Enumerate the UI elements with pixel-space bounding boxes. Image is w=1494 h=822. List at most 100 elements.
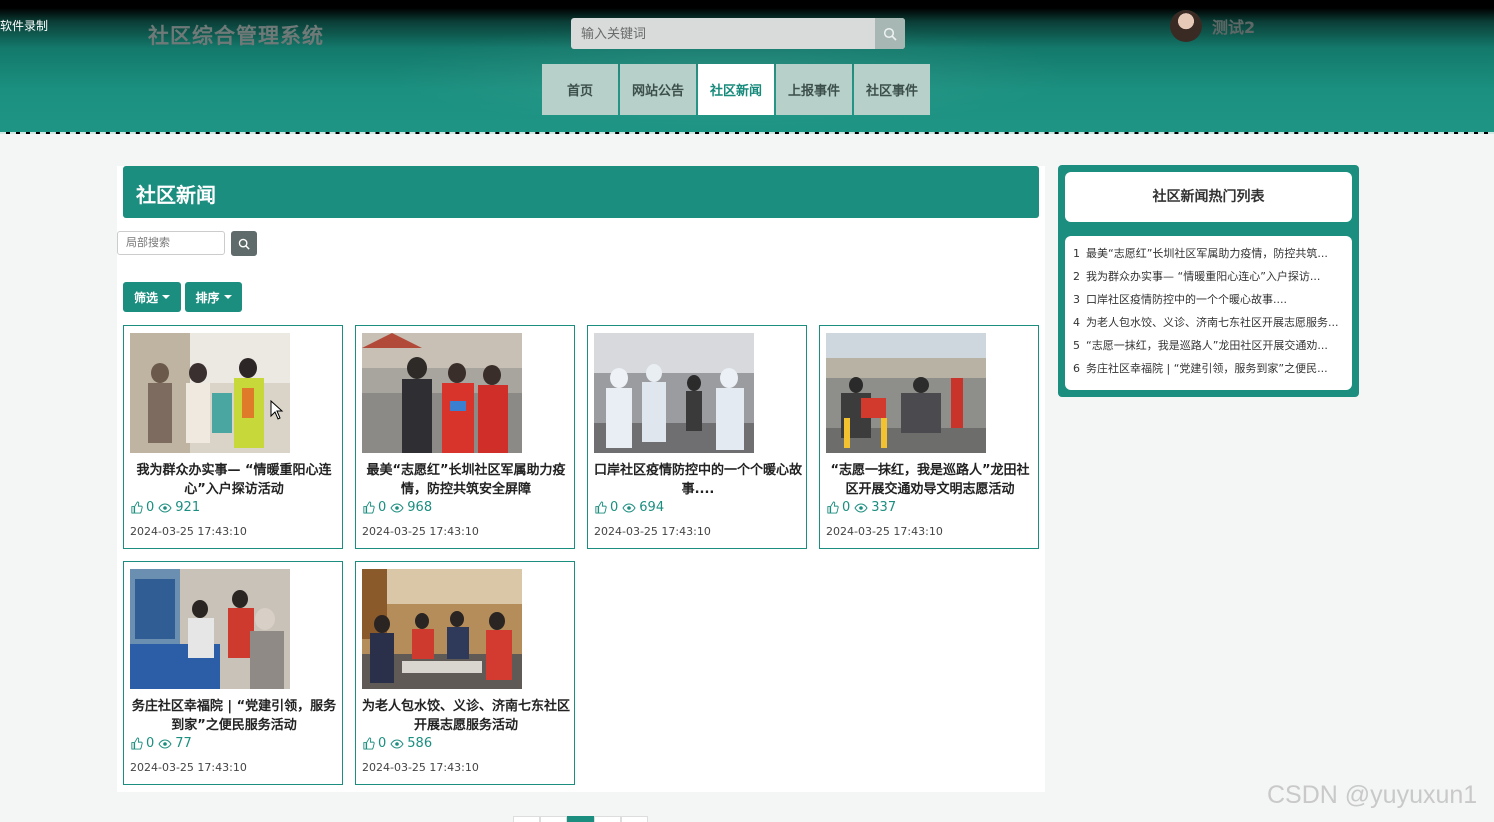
- page-button[interactable]: [594, 816, 621, 822]
- news-date: 2024-03-25 17:43:10: [130, 525, 247, 538]
- user-menu[interactable]: 测试2: [1170, 10, 1255, 42]
- news-card[interactable]: 口岸社区疫情防控中的一个个暖心故事.... 0 694 2024-03-25 1…: [587, 325, 807, 549]
- eye-icon: [390, 502, 404, 513]
- view-count: 337: [871, 500, 897, 515]
- watermark: CSDN @yuyuxun1: [1267, 781, 1478, 809]
- view-count: 968: [407, 500, 433, 515]
- view-count: 694: [639, 500, 665, 515]
- local-search-input[interactable]: [117, 231, 225, 255]
- site-title[interactable]: 社区综合管理系统: [148, 20, 324, 50]
- thumbs-up-icon[interactable]: [594, 501, 607, 514]
- filter-dropdown-button[interactable]: 筛选: [123, 282, 181, 312]
- thumbs-up-icon[interactable]: [362, 737, 375, 750]
- news-thumbnail[interactable]: [130, 333, 290, 453]
- news-card[interactable]: 为老人包水饺、义诊、济南七东社区开展志愿服务活动 0 586 2024-03-2…: [355, 561, 575, 785]
- like-count: 0: [842, 500, 851, 515]
- sidebar-title: 社区新闻热门列表: [1065, 172, 1352, 222]
- news-stats: 0 921: [130, 500, 200, 515]
- eye-icon: [158, 502, 172, 513]
- hot-news-item[interactable]: 6 务庄社区幸福院 | “党建引领，服务到家”之便民...: [1065, 357, 1352, 380]
- hot-news-item[interactable]: 5 “志愿一抹红，我是巡路人”龙田社区开展交通劝...: [1065, 334, 1352, 357]
- nav-home[interactable]: 首页: [542, 64, 618, 115]
- hot-news-text[interactable]: 最美“志愿红”长圳社区军属助力疫情，防控共筑...: [1086, 247, 1328, 260]
- page-button[interactable]: [513, 816, 540, 822]
- hot-news-sidebar: 社区新闻热门列表 1 最美“志愿红”长圳社区军属助力疫情，防控共筑... 2 我为群…: [1058, 165, 1359, 397]
- pagination: [513, 816, 648, 822]
- avatar[interactable]: [1170, 10, 1202, 42]
- news-thumbnail[interactable]: [130, 569, 290, 689]
- view-count: 77: [175, 736, 192, 751]
- news-title[interactable]: 最美“志愿红”长圳社区军属助力疫情，防控共筑安全屏障: [362, 461, 570, 499]
- hot-news-text[interactable]: “志愿一抹红，我是巡路人”龙田社区开展交通劝...: [1086, 339, 1328, 352]
- search-icon: [883, 27, 897, 41]
- news-title[interactable]: 为老人包水饺、义诊、济南七东社区开展志愿服务活动: [362, 697, 570, 735]
- hot-news-text[interactable]: 为老人包水饺、义诊、济南七东社区开展志愿服务...: [1086, 316, 1339, 329]
- search-box: [571, 18, 905, 49]
- hot-news-text[interactable]: 我为群众办实事— “情暖重阳心连心”入户探访...: [1086, 270, 1320, 283]
- news-thumbnail[interactable]: [362, 569, 522, 689]
- hot-news-rank: 3: [1073, 293, 1080, 306]
- news-title[interactable]: 口岸社区疫情防控中的一个个暖心故事....: [594, 461, 802, 499]
- page-button-active[interactable]: [567, 816, 594, 822]
- eye-icon: [854, 502, 868, 513]
- hot-news-list: 1 最美“志愿红”长圳社区军属助力疫情，防控共筑... 2 我为群众办实事— “情暖…: [1065, 236, 1352, 390]
- search-input[interactable]: [571, 18, 875, 49]
- recorder-label: 软件录制: [0, 19, 49, 33]
- nav-report-event[interactable]: 上报事件: [776, 64, 852, 115]
- page-button[interactable]: [540, 816, 567, 822]
- hot-news-rank: 5: [1073, 339, 1080, 352]
- search-button[interactable]: [875, 18, 905, 49]
- section-title: 社区新闻: [123, 166, 1039, 218]
- filter-label: 筛选: [133, 290, 158, 305]
- view-count: 586: [407, 736, 433, 751]
- search-icon: [238, 238, 250, 250]
- thumbs-up-icon[interactable]: [130, 501, 143, 514]
- hot-news-item[interactable]: 4 为老人包水饺、义诊、济南七东社区开展志愿服务...: [1065, 311, 1352, 334]
- news-date: 2024-03-25 17:43:10: [594, 525, 711, 538]
- eye-icon: [622, 502, 636, 513]
- news-thumbnail[interactable]: [826, 333, 986, 453]
- news-date: 2024-03-25 17:43:10: [826, 525, 943, 538]
- news-stats: 0 337: [826, 500, 896, 515]
- hot-news-text[interactable]: 口岸社区疫情防控中的一个个暖心故事....: [1086, 293, 1287, 306]
- eye-icon: [390, 738, 404, 749]
- page-button[interactable]: [621, 816, 648, 822]
- view-count: 921: [175, 500, 201, 515]
- like-count: 0: [378, 500, 387, 515]
- news-thumbnail[interactable]: [362, 333, 522, 453]
- main-nav: 首页 网站公告 社区新闻 上报事件 社区事件: [542, 64, 932, 115]
- news-title[interactable]: 我为群众办实事— “情暖重阳心连心”入户探访活动: [130, 461, 338, 499]
- news-thumbnail[interactable]: [594, 333, 754, 453]
- news-date: 2024-03-25 17:43:10: [362, 525, 479, 538]
- news-date: 2024-03-25 17:43:10: [130, 761, 247, 774]
- news-date: 2024-03-25 17:43:10: [362, 761, 479, 774]
- hot-news-text[interactable]: 务庄社区幸福院 | “党建引领，服务到家”之便民...: [1086, 362, 1328, 375]
- caret-down-icon: [223, 295, 232, 299]
- hot-news-item[interactable]: 1 最美“志愿红”长圳社区军属助力疫情，防控共筑...: [1065, 242, 1352, 265]
- thumbs-up-icon[interactable]: [130, 737, 143, 750]
- news-card[interactable]: “志愿一抹红，我是巡路人”龙田社区开展交通劝导文明志愿活动 0 337 2024…: [819, 325, 1039, 549]
- hot-news-rank: 2: [1073, 270, 1080, 283]
- nav-announcements[interactable]: 网站公告: [620, 64, 696, 115]
- news-title[interactable]: “志愿一抹红，我是巡路人”龙田社区开展交通劝导文明志愿活动: [826, 461, 1034, 499]
- local-search-button[interactable]: [231, 231, 257, 256]
- hot-news-rank: 6: [1073, 362, 1080, 375]
- like-count: 0: [610, 500, 619, 515]
- nav-community-news[interactable]: 社区新闻: [698, 64, 774, 115]
- sort-dropdown-button[interactable]: 排序: [185, 282, 242, 312]
- hot-news-rank: 4: [1073, 316, 1080, 329]
- username[interactable]: 测试2: [1212, 14, 1255, 38]
- hot-news-item[interactable]: 2 我为群众办实事— “情暖重阳心连心”入户探访...: [1065, 265, 1352, 288]
- news-stats: 0 586: [362, 736, 432, 751]
- hot-news-item[interactable]: 3 口岸社区疫情防控中的一个个暖心故事....: [1065, 288, 1352, 311]
- thumbs-up-icon[interactable]: [826, 501, 839, 514]
- thumbs-up-icon[interactable]: [362, 501, 375, 514]
- nav-community-events[interactable]: 社区事件: [854, 64, 930, 115]
- news-title[interactable]: 务庄社区幸福院 | “党建引领，服务到家”之便民服务活动: [130, 697, 338, 735]
- news-card[interactable]: 务庄社区幸福院 | “党建引领，服务到家”之便民服务活动 0 77 2024-0…: [123, 561, 343, 785]
- sort-label: 排序: [195, 290, 220, 305]
- like-count: 0: [378, 736, 387, 751]
- news-stats: 0 77: [130, 736, 192, 751]
- news-card[interactable]: 我为群众办实事— “情暖重阳心连心”入户探访活动 0 921 2024-03-2…: [123, 325, 343, 549]
- news-card[interactable]: 最美“志愿红”长圳社区军属助力疫情，防控共筑安全屏障 0 968 2024-03…: [355, 325, 575, 549]
